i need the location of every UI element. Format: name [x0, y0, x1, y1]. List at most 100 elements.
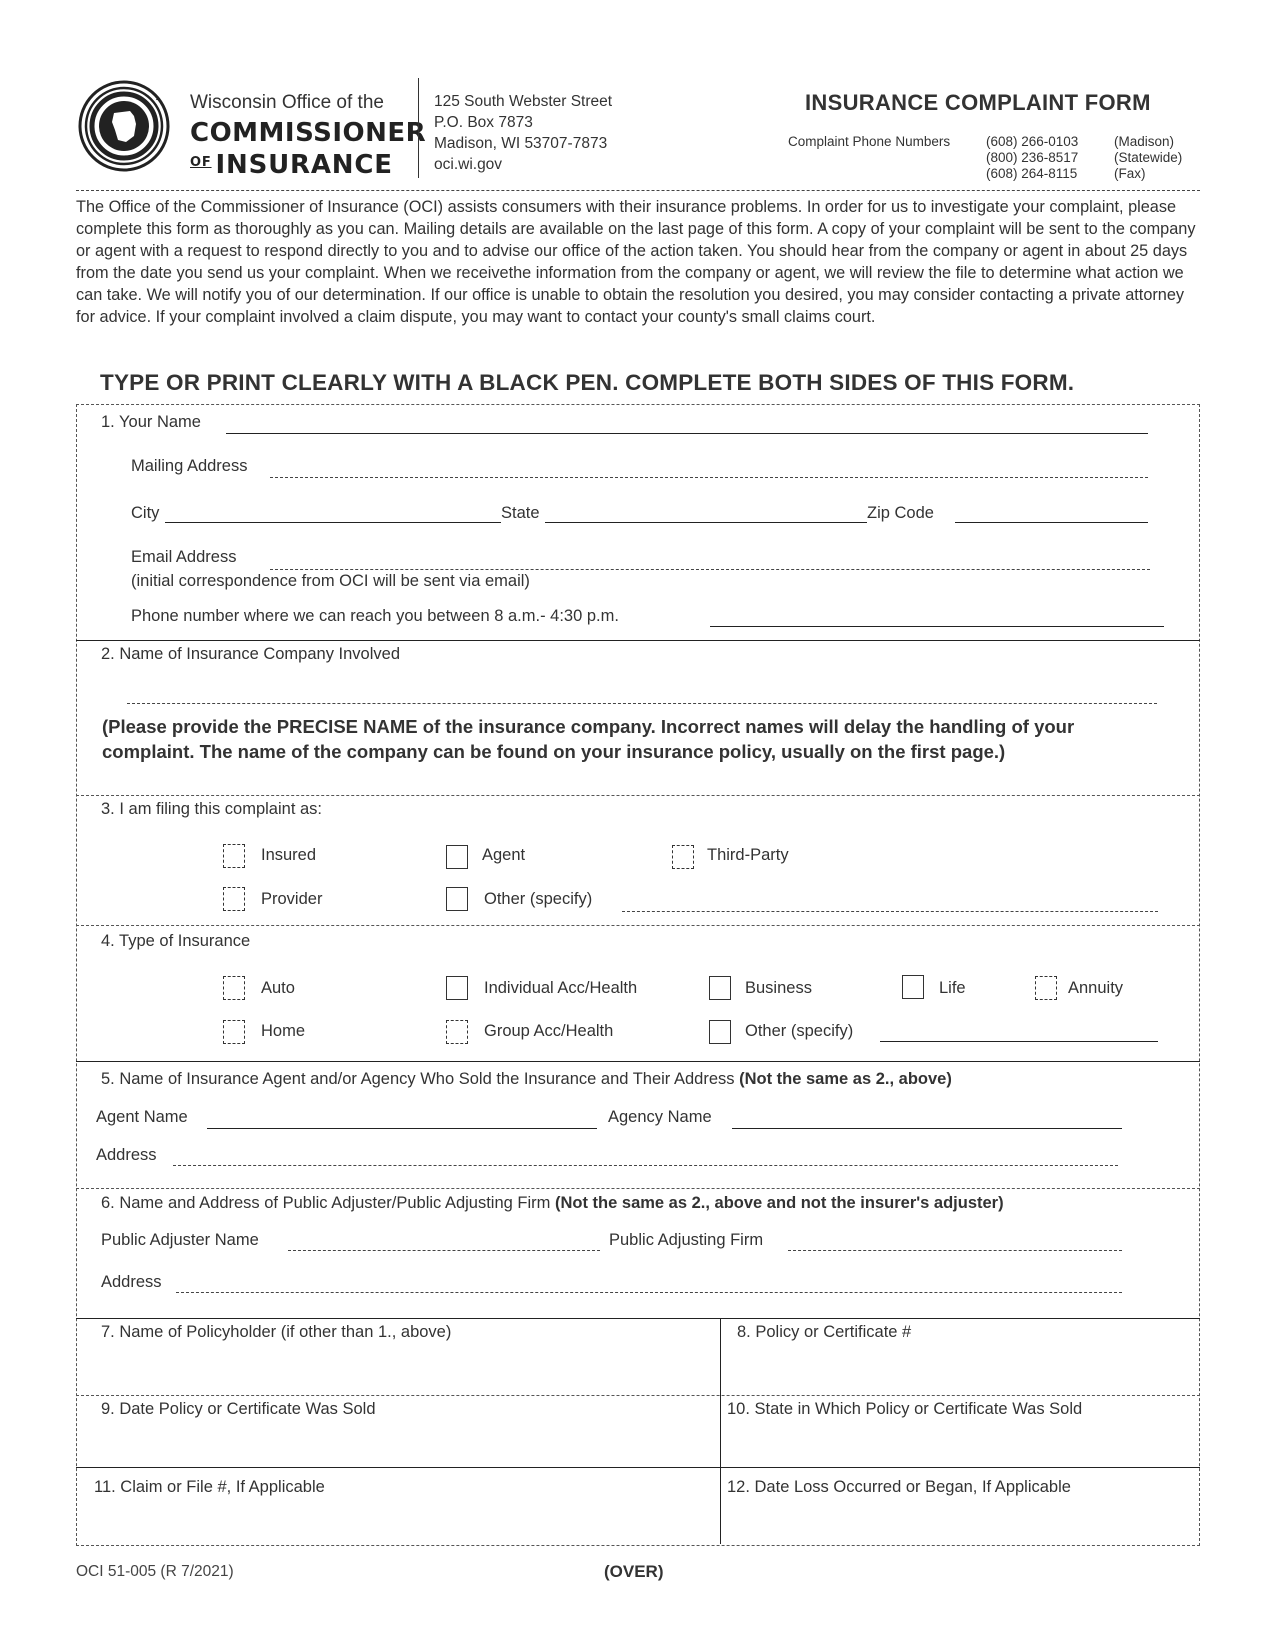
box-9-label: 9. Date Policy or Certificate Was Sold — [101, 1400, 376, 1418]
org-name-line3: OF INSURANCE — [190, 150, 393, 180]
address-city: Madison, WI 53707-7873 — [434, 135, 608, 152]
other-insurance-field[interactable] — [880, 1041, 1158, 1042]
adjuster-name-label: Public Adjuster Name — [101, 1231, 259, 1249]
adjuster-section-text: 6. Name and Address of Public Adjuster/P… — [101, 1194, 555, 1212]
zip-field[interactable] — [955, 522, 1148, 523]
section-divider — [76, 1318, 1200, 1319]
box-divider — [76, 1395, 1200, 1396]
agent-address-label: Address — [96, 1146, 157, 1164]
section-divider — [76, 1188, 1200, 1189]
checkbox-label: Life — [939, 979, 966, 997]
address-street: 125 South Webster Street — [434, 93, 613, 110]
phone-number: (608) 264-8115 — [986, 166, 1078, 181]
checkbox-third-party[interactable] — [672, 845, 694, 869]
your-name-field[interactable] — [226, 433, 1148, 434]
org-name-line1: Wisconsin Office of the — [190, 92, 384, 113]
checkbox-annuity[interactable] — [1035, 976, 1057, 1000]
checkbox-label: Insured — [261, 846, 317, 864]
zip-label: Zip Code — [867, 504, 934, 522]
agent-section-label: 5. Name of Insurance Agent and/or Agency… — [101, 1070, 952, 1089]
adjusting-firm-label: Public Adjusting Firm — [609, 1231, 764, 1249]
org-name-insurance: INSURANCE — [215, 150, 393, 180]
phone-location: (Madison) — [1114, 134, 1175, 149]
other-filer-field[interactable] — [622, 911, 1158, 912]
office-address: 125 South Webster Street P.O. Box 7873 M… — [434, 91, 612, 175]
phone-locations: (Madison) (Statewide) (Fax) — [1114, 134, 1182, 182]
mailing-address-label: Mailing Address — [131, 457, 248, 475]
agent-name-label: Agent Name — [96, 1108, 188, 1126]
adjuster-address-label: Address — [101, 1273, 162, 1291]
agent-section-note: (Not the same as 2., above) — [739, 1070, 952, 1088]
phone-number: (800) 236-8517 — [986, 150, 1079, 165]
org-name-line2: COMMISSIONER — [190, 118, 427, 148]
boxes-vertical-divider — [720, 1318, 721, 1544]
address-pobox: P.O. Box 7873 — [434, 114, 533, 131]
checkbox-agent[interactable] — [446, 845, 468, 869]
checkbox-insured[interactable] — [223, 844, 245, 868]
checkbox-individual-acc-health[interactable] — [446, 976, 468, 1000]
checkbox-business[interactable] — [709, 976, 731, 1000]
your-name-label: 1. Your Name — [101, 413, 201, 431]
header-divider — [418, 78, 419, 178]
adjuster-name-field[interactable] — [288, 1250, 600, 1251]
phone-numbers: (608) 266-0103 (800) 236-8517 (608) 264-… — [986, 134, 1078, 182]
agent-section-text: 5. Name of Insurance Agent and/or Agency… — [101, 1070, 740, 1088]
box-10-label: 10. State in Which Policy or Certificate… — [727, 1400, 1083, 1418]
checkbox-label: Provider — [261, 890, 323, 908]
checkbox-group-acc-health[interactable] — [446, 1020, 468, 1044]
checkbox-home[interactable] — [223, 1020, 245, 1044]
intro-paragraph: The Office of the Commissioner of Insura… — [76, 198, 1196, 326]
checkbox-label: Third-Party — [707, 846, 789, 864]
checkbox-auto[interactable] — [223, 976, 245, 1000]
form-number: OCI 51-005 (R 7/2021) — [76, 1563, 234, 1580]
adjuster-section-note: (Not the same as 2., above and not the i… — [554, 1194, 1004, 1212]
mailing-address-field[interactable] — [270, 477, 1148, 478]
checkbox-label: Other (specify) — [745, 1022, 854, 1040]
box-12-label: 12. Date Loss Occurred or Began, If Appl… — [727, 1478, 1071, 1496]
phone-location: (Fax) — [1114, 166, 1146, 181]
box-divider — [76, 1467, 1200, 1468]
state-label: State — [501, 504, 540, 522]
checkbox-label: Individual Acc/Health — [484, 979, 638, 997]
section-divider — [76, 640, 1200, 641]
checkbox-other-filer[interactable] — [446, 887, 468, 911]
email-field[interactable] — [270, 569, 1150, 570]
phone-label: Phone number where we can reach you betw… — [131, 607, 619, 625]
type-of-insurance-label: 4. Type of Insurance — [101, 932, 251, 950]
email-label: Email Address — [131, 548, 237, 566]
city-field[interactable] — [165, 522, 501, 523]
insurance-company-field[interactable] — [127, 703, 1157, 704]
address-website[interactable]: oci.wi.gov — [434, 154, 612, 175]
adjuster-section-label: 6. Name and Address of Public Adjuster/P… — [101, 1194, 1004, 1213]
agent-address-field[interactable] — [173, 1165, 1118, 1166]
insurance-company-label: 2. Name of Insurance Company Involved — [101, 645, 400, 663]
checkbox-provider[interactable] — [223, 887, 245, 911]
section-divider — [76, 1061, 1200, 1062]
checkbox-other-insurance[interactable] — [709, 1020, 731, 1044]
box-7-label: 7. Name of Policyholder (if other than 1… — [101, 1323, 452, 1341]
box-11-label: 11. Claim or File #, If Applicable — [94, 1478, 325, 1496]
state-field[interactable] — [545, 522, 867, 523]
checkbox-label: Group Acc/Health — [484, 1022, 614, 1040]
adjusting-firm-field[interactable] — [788, 1250, 1122, 1251]
section-divider — [76, 925, 1200, 926]
checkbox-label: Other (specify) — [484, 890, 593, 908]
instruction-heading: TYPE OR PRINT CLEARLY WITH A BLACK PEN. … — [100, 370, 1075, 395]
phone-field[interactable] — [710, 626, 1164, 627]
oci-seal-logo — [78, 80, 170, 172]
phone-location: (Statewide) — [1114, 150, 1183, 165]
filing-as-label: 3. I am filing this complaint as: — [101, 800, 323, 818]
agent-name-field[interactable] — [207, 1128, 597, 1129]
header-rule — [76, 190, 1200, 191]
adjuster-address-field[interactable] — [176, 1292, 1122, 1293]
checkbox-label: Annuity — [1068, 979, 1124, 997]
over-indicator: (OVER) — [604, 1562, 664, 1581]
checkbox-label: Home — [261, 1022, 306, 1040]
agency-name-label: Agency Name — [608, 1108, 712, 1126]
checkbox-label: Auto — [261, 979, 295, 997]
agency-name-field[interactable] — [732, 1128, 1122, 1129]
checkbox-life[interactable] — [902, 975, 924, 999]
section-divider — [76, 795, 1200, 796]
box-8-label: 8. Policy or Certificate # — [737, 1323, 912, 1341]
form-title: INSURANCE COMPLAINT FORM — [805, 90, 1151, 115]
